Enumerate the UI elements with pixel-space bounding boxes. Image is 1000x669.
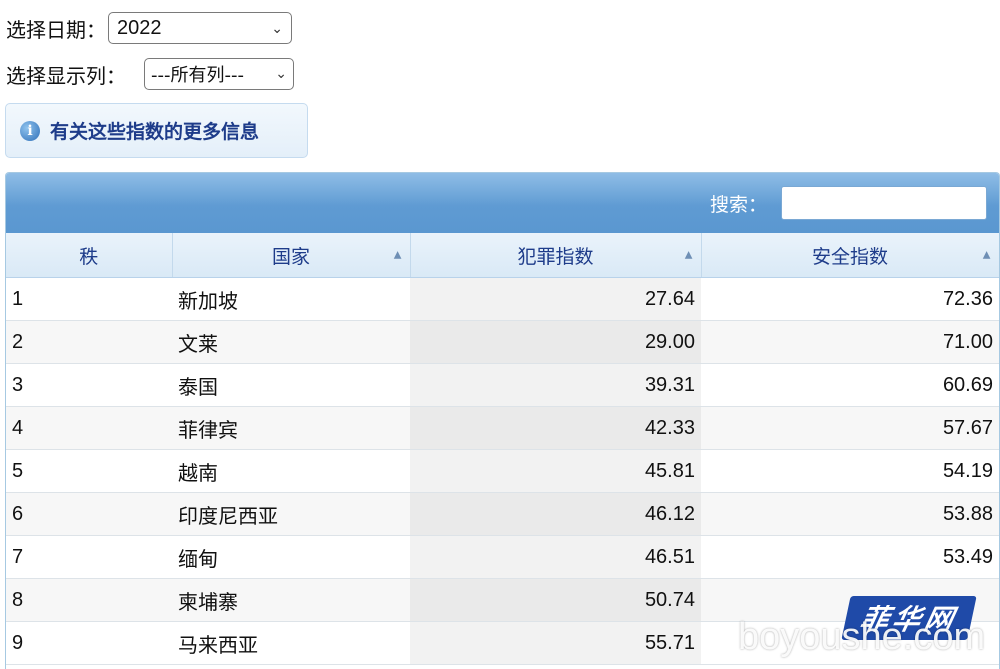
country-cell: 马来西亚 (172, 621, 410, 665)
crime-index-cell: 45.81 (410, 449, 701, 493)
column-header-rank[interactable]: 秩 (6, 233, 173, 278)
date-select[interactable]: 2022 ⌄ (108, 12, 292, 44)
columns-filter-row: 选择显示列： ---所有列--- ⌄ (6, 58, 294, 90)
column-header-crime-index[interactable]: 犯罪指数 ▲ (410, 233, 702, 278)
country-cell: 泰国 (172, 363, 410, 407)
rank-cell: 8 (6, 578, 172, 622)
rank-cell: 3 (6, 363, 172, 407)
crime-index-cell: 42.33 (410, 406, 701, 450)
crime-index-cell: 27.64 (410, 277, 701, 321)
more-info-button[interactable]: i 有关这些指数的更多信息 (5, 103, 308, 158)
crime-index-cell: 46.51 (410, 535, 701, 579)
rank-cell: 9 (6, 621, 172, 665)
table-row[interactable]: 4 菲律宾 42.33 57.67 (6, 406, 999, 450)
column-header-country[interactable]: 国家 ▲ (172, 233, 411, 278)
sort-ascending-icon: ▲ (982, 249, 991, 261)
rank-cell: 4 (6, 406, 172, 450)
column-header-label: 安全指数 (811, 245, 888, 268)
safety-index-cell: 57.67 (701, 406, 999, 450)
crime-index-cell: 39.31 (410, 363, 701, 407)
column-header-label: 犯罪指数 (517, 245, 594, 268)
country-cell: 新加坡 (172, 277, 410, 321)
rank-cell: 2 (6, 320, 172, 364)
more-info-label: 有关这些指数的更多信息 (50, 121, 260, 143)
sort-ascending-icon: ▲ (684, 249, 693, 261)
crime-index-table: 搜索： 秩 国家 ▲ 犯罪指数 ▲ 安全指数 ▲ 1 新加坡 27.64 72.36 … (5, 172, 1000, 669)
column-header-safety-index[interactable]: 安全指数 ▲ (701, 233, 999, 278)
columns-select[interactable]: ---所有列--- ⌄ (144, 58, 294, 90)
crime-index-cell: 55.71 (410, 621, 701, 665)
crime-index-cell: 29.00 (410, 320, 701, 364)
table-row[interactable]: 5 越南 45.81 54.19 (6, 449, 999, 493)
safety-index-cell: 53.88 (701, 492, 999, 536)
search-label: 搜索： (709, 193, 767, 216)
country-cell: 菲律宾 (172, 406, 410, 450)
country-cell: 柬埔寨 (172, 578, 410, 622)
table-row[interactable]: 7 缅甸 46.51 53.49 (6, 535, 999, 579)
date-select-value: 2022 (117, 16, 162, 39)
rank-cell: 5 (6, 449, 172, 493)
table-row[interactable]: 6 印度尼西亚 46.12 53.88 (6, 492, 999, 536)
table-row[interactable]: 2 文莱 29.00 71.00 (6, 320, 999, 364)
safety-index-cell: 72.36 (701, 277, 999, 321)
rank-cell: 7 (6, 535, 172, 579)
country-cell: 缅甸 (172, 535, 410, 579)
table-row[interactable]: 3 泰国 39.31 60.69 (6, 363, 999, 407)
rank-cell: 1 (6, 277, 172, 321)
info-icon: i (20, 120, 40, 141)
columns-filter-label: 选择显示列： (6, 63, 126, 88)
date-filter-row: 选择日期： 2022 ⌄ (6, 12, 292, 44)
search-input[interactable] (781, 186, 987, 220)
date-filter-label: 选择日期： (6, 17, 106, 42)
safety-index-cell (701, 578, 999, 622)
table-row[interactable]: 1 新加坡 27.64 72.36 (6, 277, 999, 321)
column-header-label: 国家 (271, 245, 310, 268)
safety-index-cell (701, 621, 999, 665)
rank-cell: 6 (6, 492, 172, 536)
crime-index-cell: 50.74 (410, 578, 701, 622)
chevron-down-icon: ⌄ (275, 66, 287, 82)
chevron-down-icon: ⌄ (271, 19, 283, 36)
table-row[interactable]: 9 马来西亚 55.71 (6, 621, 999, 665)
safety-index-cell: 60.69 (701, 363, 999, 407)
safety-index-cell: 71.00 (701, 320, 999, 364)
column-header-label: 秩 (79, 245, 99, 268)
columns-select-value: ---所有列--- (151, 65, 244, 86)
country-cell: 文莱 (172, 320, 410, 364)
safety-index-cell: 54.19 (701, 449, 999, 493)
data-table: 秩 国家 ▲ 犯罪指数 ▲ 安全指数 ▲ 1 新加坡 27.64 72.36 2 文莱… (6, 233, 999, 665)
sort-ascending-icon: ▲ (393, 249, 402, 261)
table-row[interactable]: 8 柬埔寨 50.74 (6, 578, 999, 622)
table-header-row: 秩 国家 ▲ 犯罪指数 ▲ 安全指数 ▲ (6, 233, 999, 278)
safety-index-cell: 53.49 (701, 535, 999, 579)
country-cell: 印度尼西亚 (172, 492, 410, 536)
country-cell: 越南 (172, 449, 410, 493)
crime-index-cell: 46.12 (410, 492, 701, 536)
table-toolbar: 搜索： (6, 173, 999, 233)
